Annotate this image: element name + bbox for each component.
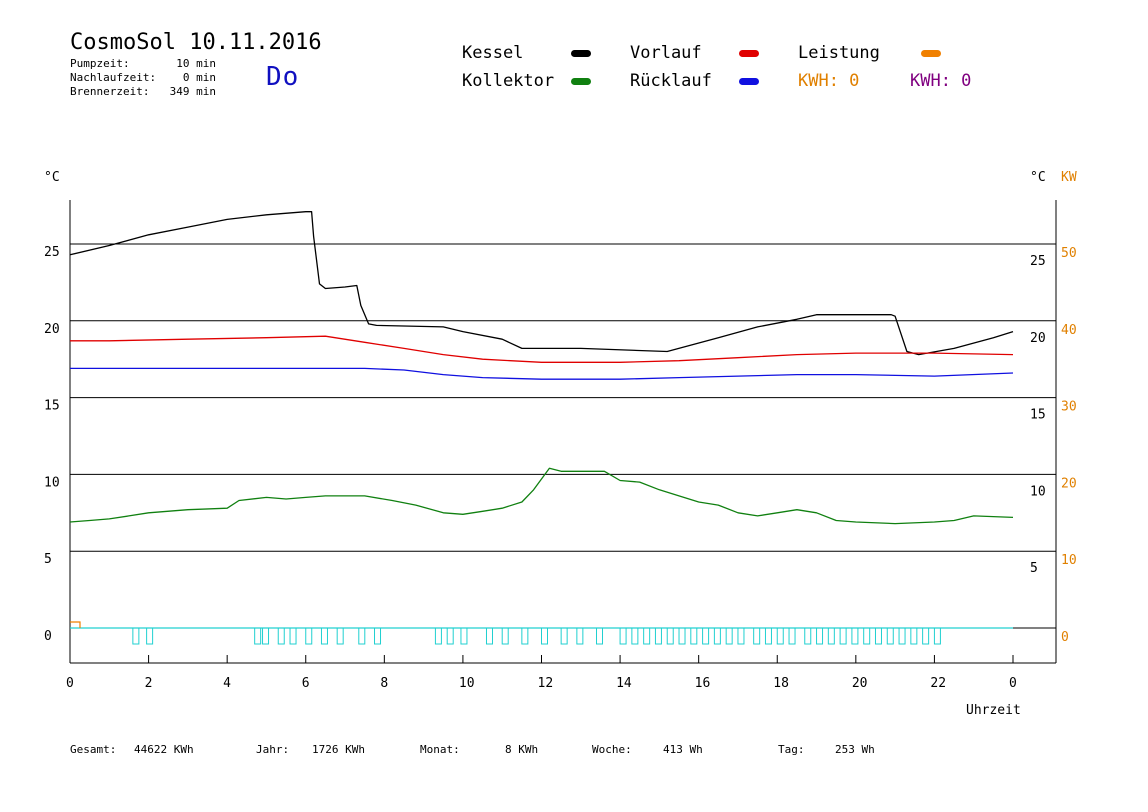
burner-pulse: [753, 627, 761, 645]
burner-pulse: [521, 627, 529, 645]
burner-pulse: [434, 627, 442, 645]
y-tick-label-left: 20: [44, 322, 60, 337]
burner-pulse: [146, 627, 154, 645]
burner-pulse: [898, 627, 906, 645]
x-tick-label: 8: [380, 676, 388, 691]
burner-pulse: [851, 627, 859, 645]
total-monat-label: Monat:: [420, 743, 460, 756]
total-jahr-label: Jahr:: [256, 743, 290, 756]
burner-pulse: [576, 627, 584, 645]
burner-pulse: [788, 627, 796, 645]
burner-pulse: [713, 627, 721, 645]
burner-pulse: [804, 627, 812, 645]
burner-pulse: [320, 627, 328, 645]
burner-pulse: [678, 627, 686, 645]
burner-pulse: [690, 627, 698, 645]
burner-pulse: [501, 627, 509, 645]
x-axis-label: Uhrzeit: [966, 703, 1021, 718]
x-tick-label: 20: [852, 676, 868, 691]
burner-pulse: [666, 627, 674, 645]
burner-pulse: [485, 627, 493, 645]
series-line-vorlauf: [70, 335, 1014, 363]
burner-pulse: [827, 627, 835, 645]
burner-pulse: [737, 627, 745, 645]
y-unit-right-power: KW: [1061, 170, 1077, 185]
x-tick-label: 12: [538, 676, 554, 691]
y-tick-label-right-power: 40: [1061, 323, 1077, 338]
burner-pulse: [725, 627, 733, 645]
burner-pulse: [358, 627, 366, 645]
x-tick-label: 22: [930, 676, 946, 691]
burner-pulse: [922, 627, 930, 645]
x-tick-label: 14: [616, 676, 632, 691]
burner-pulse: [933, 627, 941, 645]
y-unit-left: °C: [44, 170, 60, 185]
y-tick-label-right-temp: 20: [1030, 331, 1046, 346]
total-woche-label: Woche:: [592, 743, 632, 756]
y-tick-label-left: 0: [44, 629, 52, 644]
total-jahr-value: 1726 KWh: [312, 743, 365, 756]
burner-pulse: [254, 627, 262, 645]
burner-pulse: [446, 627, 454, 645]
y-tick-label-right-power: 50: [1061, 246, 1077, 261]
total-woche-value: 413 Wh: [663, 743, 703, 756]
burner-pulse: [886, 627, 894, 645]
burner-pulse: [702, 627, 710, 645]
burner-pulse: [560, 627, 568, 645]
burner-pulse: [643, 627, 651, 645]
y-unit-right-temp: °C: [1030, 170, 1046, 185]
burner-pulse: [839, 627, 847, 645]
burner-pulse: [262, 627, 270, 645]
burner-pulse: [776, 627, 784, 645]
series-line-rcklauf: [70, 367, 1014, 380]
x-tick-label: 2: [145, 676, 153, 691]
y-tick-label-right-temp: 15: [1030, 408, 1046, 423]
x-tick-label: 10: [459, 676, 475, 691]
burner-pulse: [910, 627, 918, 645]
total-gesamt-value: 44622 KWh: [134, 743, 194, 756]
x-tick-label: 6: [302, 676, 310, 691]
burner-pulse: [619, 627, 627, 645]
series-line-kessel: [69, 211, 1014, 356]
x-tick-label: 16: [695, 676, 711, 691]
y-tick-label-right-power: 0: [1061, 630, 1069, 645]
x-tick-label: 0: [1009, 676, 1017, 691]
y-tick-label-right-temp: 10: [1030, 484, 1046, 499]
y-tick-label-left: 5: [44, 552, 52, 567]
total-monat-value: 8 KWh: [505, 743, 539, 756]
burner-pulse: [132, 627, 140, 645]
total-tag-label: Tag:: [778, 743, 805, 756]
total-gesamt-label: Gesamt:: [70, 743, 117, 756]
burner-pulse: [596, 627, 604, 645]
y-tick-label-left: 25: [44, 245, 60, 260]
y-tick-label-right-power: 30: [1061, 400, 1077, 415]
power-start-marker: [70, 621, 81, 628]
y-tick-label-left: 10: [44, 475, 60, 490]
burner-pulse: [874, 627, 882, 645]
temperature-chart: 0 5 10 15 20 25 5 10 15 20 25 0 10 20 30 40 50 °C °C KW 0 2 4 6…: [44, 170, 1077, 718]
burner-pulse: [336, 627, 344, 645]
burner-pulse: [374, 627, 382, 645]
burner-pulse: [816, 627, 824, 645]
burner-pulse: [764, 627, 772, 645]
y-tick-label-right-power: 10: [1061, 553, 1077, 568]
y-tick-label-right-power: 20: [1061, 476, 1077, 491]
x-tick-label: 4: [223, 676, 231, 691]
x-tick-label: 18: [773, 676, 789, 691]
x-tick-label: 0: [66, 676, 74, 691]
series-line-kollektor: [69, 467, 1014, 525]
total-tag-value: 253 Wh: [835, 743, 875, 756]
burner-pulse: [654, 627, 662, 645]
burner-pulse: [289, 627, 297, 645]
burner-pulse: [305, 627, 313, 645]
burner-pulse: [631, 627, 639, 645]
y-tick-label-right-temp: 25: [1030, 254, 1046, 269]
burner-pulse: [541, 627, 548, 645]
y-tick-label-left: 15: [44, 399, 60, 414]
y-tick-label-right-temp: 5: [1030, 561, 1038, 576]
burner-pulse: [863, 627, 871, 645]
burner-pulse: [460, 627, 468, 645]
burner-pulse: [277, 627, 285, 645]
